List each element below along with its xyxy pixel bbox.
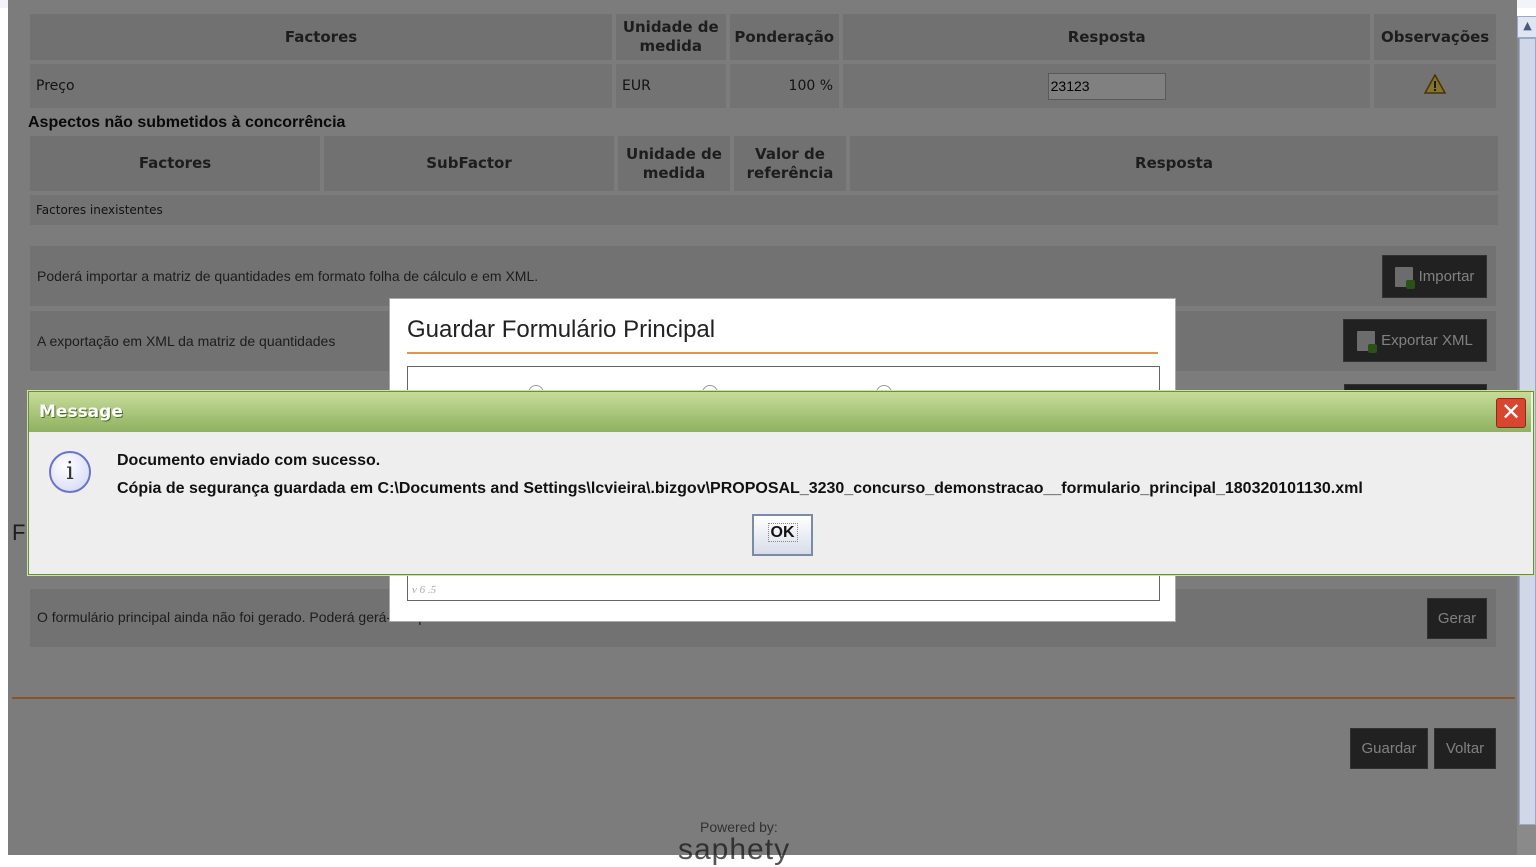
scroll-up-icon[interactable]: ▲ [1517, 16, 1536, 38]
dialog-title: Message [39, 402, 123, 422]
dialog-message-line1: Documento enviado com sucesso. [117, 452, 381, 469]
ok-button[interactable]: OK [752, 514, 813, 556]
modal-title-underline [407, 352, 1158, 354]
dialog-message-line2: Cópia de segurança guardada em C:\Docume… [117, 480, 1363, 497]
message-dialog: Message ✕ i Documento enviado com sucess… [28, 391, 1534, 575]
ok-button-label: OK [767, 523, 798, 542]
close-icon[interactable]: ✕ [1496, 398, 1526, 428]
modal-title: Guardar Formulário Principal [407, 316, 716, 343]
version-label: v 6 .5 [412, 584, 437, 596]
dialog-titlebar[interactable]: Message ✕ [29, 392, 1531, 432]
info-icon: i [49, 451, 91, 493]
